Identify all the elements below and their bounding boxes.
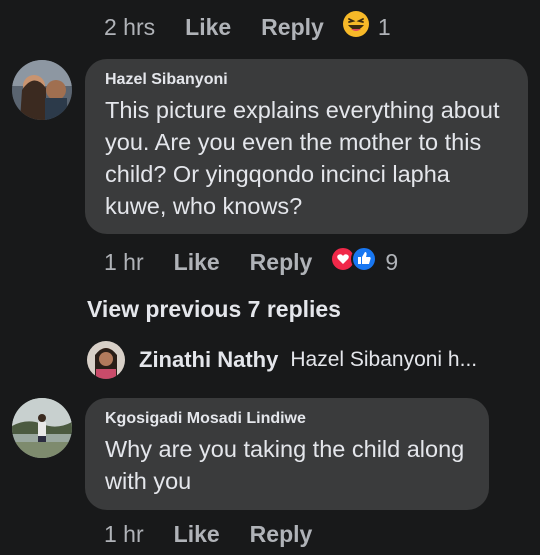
reply-button[interactable]: Reply <box>250 249 313 276</box>
reply-button[interactable]: Reply <box>250 521 313 548</box>
comment-bubble: Hazel Sibanyoni This picture explains ev… <box>85 59 528 234</box>
like-reaction-icon <box>351 246 378 278</box>
comment-author[interactable]: Kgosigadi Mosadi Lindiwe <box>105 410 469 428</box>
comment-bubble: Kgosigadi Mosadi Lindiwe Why are you tak… <box>85 398 489 510</box>
reply-snippet: Hazel Sibanyoni h... <box>290 348 478 371</box>
comment-time[interactable]: 2 hrs <box>104 14 155 41</box>
avatar[interactable] <box>87 341 125 379</box>
comment-author[interactable]: Hazel Sibanyoni <box>105 71 508 89</box>
comment-time[interactable]: 1 hr <box>104 249 144 276</box>
avatar[interactable] <box>12 60 72 120</box>
reply-button[interactable]: Reply <box>261 14 324 41</box>
reaction-count: 9 <box>385 248 399 275</box>
view-previous-replies-link[interactable]: View previous 7 replies <box>87 296 341 323</box>
reply-author[interactable]: Zinathi Nathy <box>139 347 278 373</box>
comment-actions: 1 hr Like Reply <box>104 521 330 548</box>
haha-reaction-icon[interactable] <box>342 10 370 44</box>
comment-time[interactable]: 1 hr <box>104 521 144 548</box>
top-comment-actions: 2 hrs Like Reply 1 <box>104 10 391 44</box>
reaction-count: 1 <box>377 13 391 40</box>
avatar[interactable] <box>12 398 72 458</box>
comment-text: This picture explains everything about y… <box>105 97 500 219</box>
comment-actions: 1 hr Like Reply 9 <box>104 246 398 278</box>
comment-text: Why are you taking the child along with … <box>105 436 465 494</box>
reply-preview[interactable]: Zinathi Nathy Hazel Sibanyoni h... <box>87 341 477 379</box>
like-button[interactable]: Like <box>174 249 220 276</box>
like-button[interactable]: Like <box>185 14 231 41</box>
reactions-group[interactable] <box>330 246 378 278</box>
like-button[interactable]: Like <box>174 521 220 548</box>
